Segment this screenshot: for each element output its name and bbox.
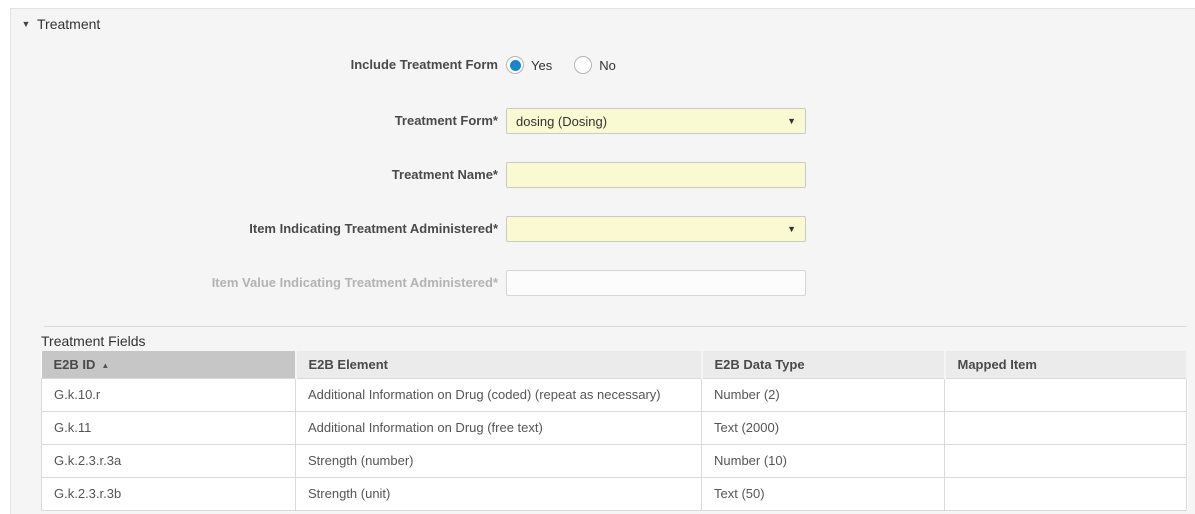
table-cell: Additional Information on Drug (coded) (… [296,378,702,411]
column-header-label: E2B Data Type [715,357,805,372]
table-cell: Additional Information on Drug (free tex… [296,411,702,444]
table-cell: G.k.2.3.r.3a [42,444,296,477]
radio-no-icon[interactable] [574,56,592,74]
item-indicating-label: Item Indicating Treatment Administered* [11,216,498,242]
treatment-panel: ▼ Treatment Include Treatment Form Yes N… [10,8,1195,514]
item-value-indicating-label: Item Value Indicating Treatment Administ… [11,270,498,296]
chevron-down-icon: ▼ [787,224,796,234]
chevron-down-icon: ▼ [787,116,796,126]
section-title: Treatment [37,16,100,32]
item-indicating-select[interactable]: ▼ [506,216,806,242]
table-cell: Strength (number) [296,444,702,477]
radio-yes-icon[interactable] [506,56,524,74]
table-cell [945,477,1187,510]
treatment-fields-tbody: G.k.10.rAdditional Information on Drug (… [42,378,1187,510]
radio-no-label: No [599,58,616,73]
table-cell: G.k.2.3.r.3b [42,477,296,510]
treatment-name-label: Treatment Name* [11,162,498,188]
table-cell [945,444,1187,477]
table-cell: G.k.10.r [42,378,296,411]
radio-option-yes[interactable]: Yes [506,56,552,74]
table-cell: Number (10) [702,444,945,477]
table-cell [945,378,1187,411]
treatment-form-select-value: dosing (Dosing) [516,114,607,129]
treatment-section-header[interactable]: ▼ Treatment [15,16,100,32]
table-cell: G.k.11 [42,411,296,444]
include-treatment-form-radio-group: Yes No [506,52,806,78]
table-cell: Text (50) [702,477,945,510]
radio-option-no[interactable]: No [574,56,616,74]
table-row: G.k.2.3.r.3bStrength (unit)Text (50) [42,477,1187,510]
column-header-label: E2B ID [54,357,96,372]
treatment-fields-table: E2B ID ▲ E2B Element E2B Data Type Mapped… [41,351,1188,511]
section-divider [44,326,1187,327]
include-treatment-form-label: Include Treatment Form [11,52,498,78]
treatment-name-input[interactable] [506,162,806,188]
table-row: G.k.2.3.r.3aStrength (number)Number (10) [42,444,1187,477]
treatment-form-select[interactable]: dosing (Dosing) ▼ [506,108,806,134]
item-value-indicating-input [506,270,806,296]
table-cell [945,411,1187,444]
radio-yes-label: Yes [531,58,552,73]
column-header-label: Mapped Item [958,357,1037,372]
column-header-label: E2B Element [309,357,388,372]
treatment-form-label: Treatment Form* [11,108,498,134]
column-header-e2b-element[interactable]: E2B Element [296,351,702,378]
column-header-e2b-data-type[interactable]: E2B Data Type [702,351,945,378]
table-header-row: E2B ID ▲ E2B Element E2B Data Type Mapped… [42,351,1187,378]
table-cell: Strength (unit) [296,477,702,510]
table-cell: Text (2000) [702,411,945,444]
column-header-mapped-item[interactable]: Mapped Item [945,351,1187,378]
treatment-fields-caption: Treatment Fields [41,333,146,349]
table-row: G.k.11Additional Information on Drug (fr… [42,411,1187,444]
table-row: G.k.10.rAdditional Information on Drug (… [42,378,1187,411]
sort-asc-icon: ▲ [101,361,109,370]
collapse-caret-icon[interactable]: ▼ [15,19,37,29]
table-cell: Number (2) [702,378,945,411]
column-header-e2b-id[interactable]: E2B ID ▲ [42,351,296,378]
